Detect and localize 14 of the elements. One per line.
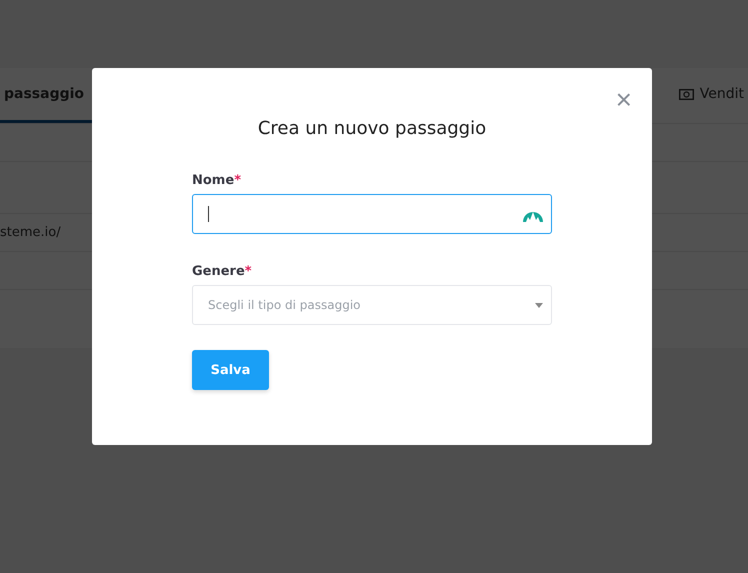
modal-title: Crea un nuovo passaggio [256, 118, 488, 139]
field-label: Genere [192, 264, 245, 279]
field-label: Nome [192, 173, 234, 188]
select-placeholder: Scegli il tipo di passaggio [208, 298, 362, 312]
close-button[interactable]: × [616, 86, 632, 114]
tab[interactable]: Vendit [652, 68, 748, 123]
banknote-icon [678, 88, 694, 100]
input-field[interactable] [192, 194, 552, 234]
select-field[interactable]: Scegli il tipo di passaggio [192, 285, 552, 325]
required-asterisk: * [244, 264, 252, 279]
dropdown-caret-icon [535, 302, 543, 308]
required-asterisk: * [234, 173, 241, 188]
save-button[interactable]: Salva [192, 350, 269, 390]
table-cell: steme.io/ [0, 225, 61, 240]
